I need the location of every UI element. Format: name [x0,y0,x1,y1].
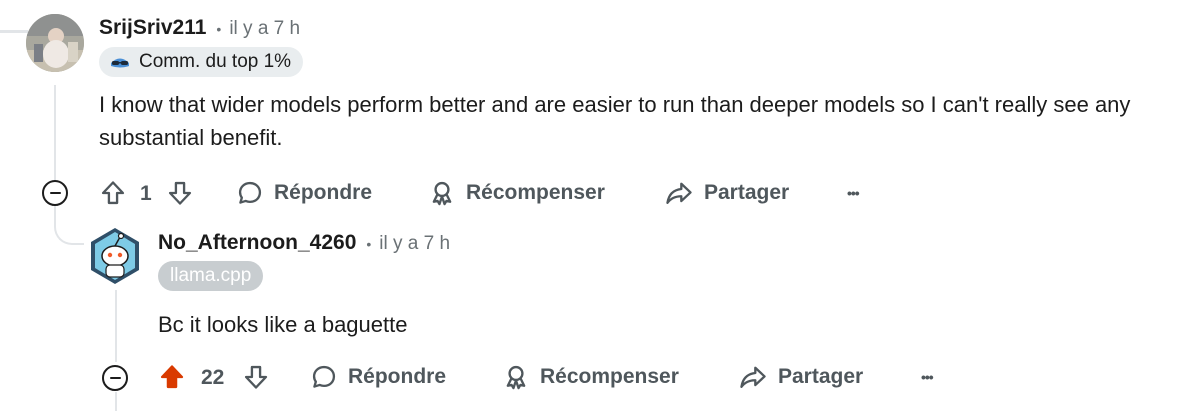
flair-text: Comm. du top 1% [139,51,292,72]
speech-bubble-icon [312,365,336,388]
sunglasses-emoji-icon [111,58,129,68]
share-arrow-icon [666,182,692,204]
avatar-reply[interactable] [86,226,144,286]
more-options-button[interactable]: ••• [847,173,860,213]
vote-count: 1 [140,182,152,205]
upvote-button[interactable] [99,173,127,213]
award-label: Récompenser [466,181,605,204]
user-flair-reply: llama.cpp [158,261,264,291]
comment-body-reply: Bc it looks like a baguette [158,312,408,337]
collapse-button[interactable] [42,180,68,206]
thread-line-top [0,30,28,33]
more-options-icon: ••• [921,369,934,385]
upvote-button-reply[interactable] [158,357,186,397]
share-label-reply: Partager [778,365,864,388]
upvote-arrow-filled-icon [160,365,184,389]
downvote-arrow-icon [168,181,192,205]
user-flair: Comm. du top 1% [99,47,304,77]
share-button-reply[interactable]: Partager [738,357,863,397]
award-button-reply[interactable]: Récompenser [502,357,679,397]
reply-button[interactable]: Répondre [236,173,372,213]
more-options-icon: ••• [847,185,860,201]
timestamp[interactable]: il y a 7 h [229,18,300,40]
award-button[interactable]: Récompenser [428,173,605,213]
share-label: Partager [704,181,790,204]
thread-line-main[interactable] [54,85,56,180]
thread-line-reply[interactable] [115,290,117,362]
award-icon [432,181,452,206]
more-options-button-reply[interactable]: ••• [921,357,934,397]
user-photo-icon [26,14,84,72]
snoo-avatar-icon [91,228,139,284]
share-button[interactable]: Partager [664,173,789,213]
downvote-button[interactable] [166,173,194,213]
comment-thread: SrijSriv211 • il y a 7 h Comm. du top 1%… [0,0,1200,411]
thread-line-curve [54,205,84,245]
username[interactable]: SrijSriv211 [99,16,206,40]
collapse-button-reply[interactable] [102,365,128,391]
reply-label-reply: Répondre [348,365,447,388]
comment-header-reply: No_Afternoon_4260 • il y a 7 h [158,231,450,255]
reply-button-reply[interactable]: Répondre [310,357,446,397]
award-label-reply: Récompenser [540,365,679,388]
flair-text-reply: llama.cpp [170,265,252,286]
vote-count-reply: 22 [201,366,225,389]
comment-header: SrijSriv211 • il y a 7 h [99,16,300,40]
upvote-arrow-icon [101,181,125,205]
thread-line-bottom [115,392,117,411]
username-reply[interactable]: No_Afternoon_4260 [158,231,356,255]
separator-dot: • [216,21,222,37]
avatar[interactable] [26,14,84,72]
comment-body: I know that wider models perform better … [99,92,1131,150]
separator-dot-reply: • [366,236,372,252]
timestamp-reply[interactable]: il y a 7 h [379,233,450,255]
award-icon [506,365,526,390]
downvote-arrow-icon [244,365,268,389]
speech-bubble-icon [238,181,262,204]
downvote-button-reply[interactable] [242,357,270,397]
share-arrow-icon [740,366,766,388]
reply-label: Répondre [274,181,373,204]
